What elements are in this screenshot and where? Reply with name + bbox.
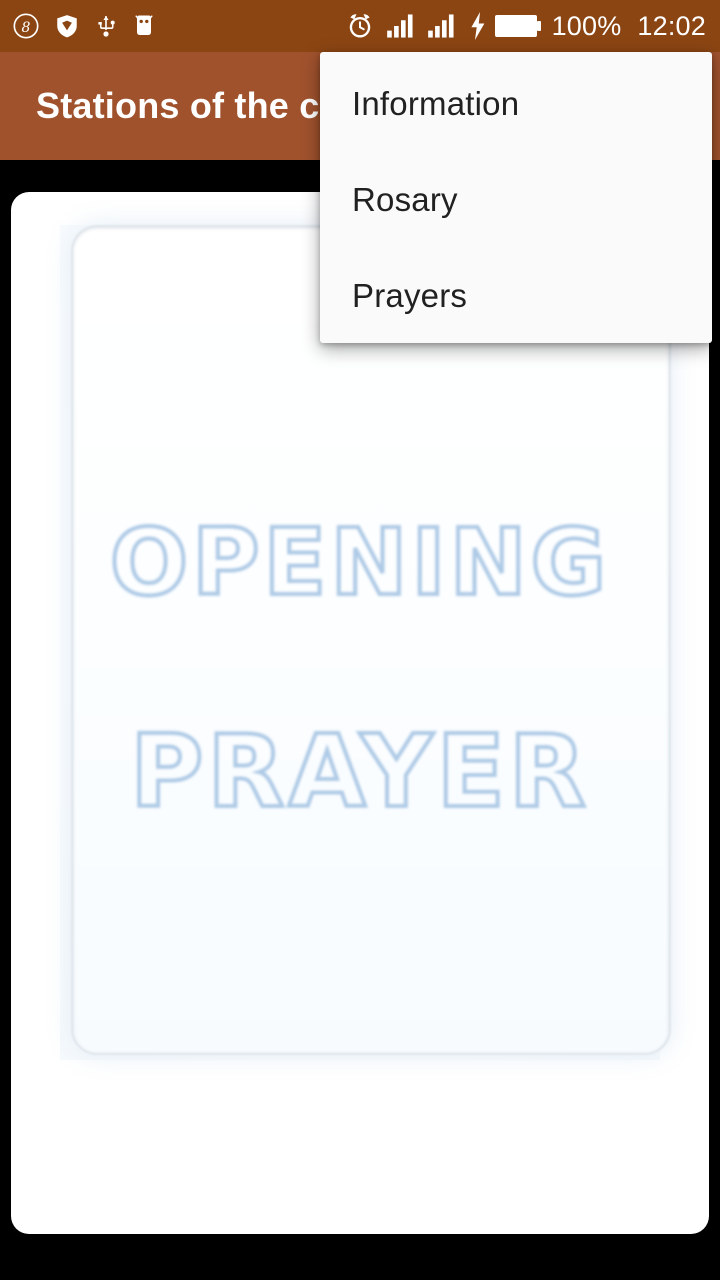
usb-icon (94, 12, 118, 40)
menu-item-prayers[interactable]: Prayers (320, 248, 712, 344)
menu-item-information[interactable]: Information (320, 56, 712, 152)
image-inner-border (71, 225, 671, 1055)
battery-full-icon (494, 13, 541, 39)
status-bar: 8 100% 12:02 (0, 0, 720, 52)
status-bar-clock: 12:02 (637, 10, 706, 41)
charging-bolt-icon (468, 12, 488, 40)
shield-security-icon (54, 12, 80, 40)
prayer-card[interactable]: OPENING PRAYER (11, 192, 709, 1234)
status-bar-right-icons: 100% 12:02 (345, 11, 706, 41)
battery-percent-label: 100% (551, 10, 622, 41)
signal-sim1-icon (386, 12, 416, 40)
prayer-image-line2: PRAYER (128, 711, 590, 832)
brightness-auto-icon: 8 (12, 12, 40, 40)
status-bar-left-icons: 8 (12, 12, 156, 40)
android-marshmallow-icon (132, 12, 156, 40)
alarm-clock-icon (345, 11, 375, 41)
overflow-menu[interactable]: Information Rosary Prayers (320, 52, 712, 343)
menu-item-rosary[interactable]: Rosary (320, 152, 712, 248)
svg-text:8: 8 (22, 20, 31, 36)
prayer-image-line1: OPENING (108, 507, 611, 618)
phone-screen: 8 100% 12:02 Stations of the cross OPENI… (0, 0, 720, 1280)
opening-prayer-image: OPENING PRAYER (60, 225, 671, 1060)
signal-sim2-icon (427, 12, 457, 40)
